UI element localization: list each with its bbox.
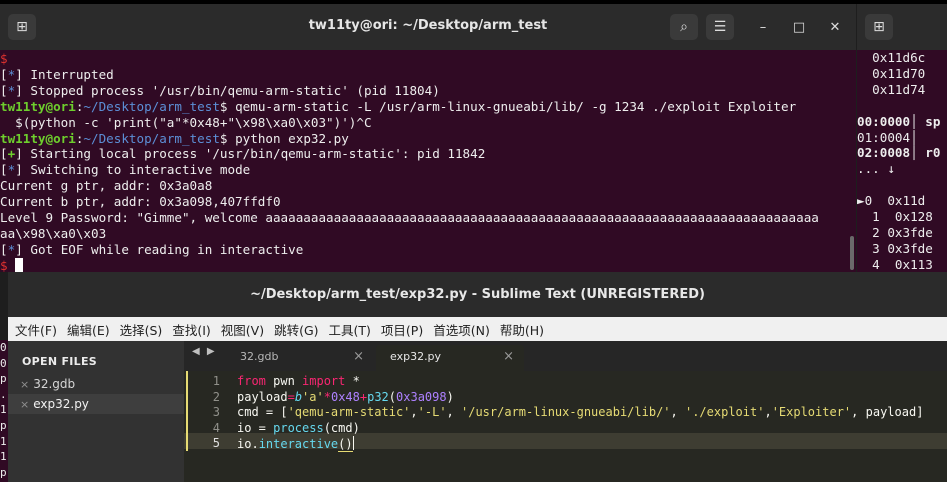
gdb-line: 00:0000│ sp	[857, 113, 941, 129]
terminal-line: Starting local process '/usr/bin/qemu-ar…	[30, 146, 486, 162]
terminal-line: Current g ptr, addr: 0x3a0a8	[0, 178, 213, 194]
prompt-path: ~/Desktop/arm_test	[83, 98, 220, 114]
menu-tools[interactable]: 工具(T)	[324, 320, 376, 339]
gdb-line: 1 0x128	[857, 209, 933, 225]
prompt-path: ~/Desktop/arm_test	[83, 130, 220, 146]
terminal-cursor	[15, 257, 24, 272]
tab-nav-arrows-icon[interactable]: ◀ ▶	[192, 346, 217, 357]
menu-bar: 文件(F) 编辑(E) 选择(S) 查找(I) 视图(V) 跳转(G) 工具(T…	[8, 317, 947, 341]
background-terminal-strip: 0 0 p . 1 p 1 1 p	[0, 340, 8, 482]
terminal-line: aa\x98\xa0\x03	[0, 225, 107, 241]
text-caret	[352, 436, 354, 450]
terminal-line: Current b ptr, addr: 0x3a098,407ffdf0	[0, 194, 281, 210]
close-icon[interactable]: ×	[20, 398, 29, 411]
tab-close-icon[interactable]: ×	[503, 345, 514, 369]
terminal-line: $(python -c 'print("a"*0x48+"\x98\xa0\x0…	[0, 114, 372, 130]
gdb-output[interactable]: 0x11d6c 0x11d70 0x11d74 00:0000│ sp 01:0…	[857, 50, 947, 272]
terminal-line: Stopped process '/usr/bin/qemu-arm-stati…	[30, 82, 440, 98]
menu-preferences[interactable]: 首选项(N)	[428, 320, 495, 339]
gdb-line: 0x11d6c	[857, 50, 926, 65]
gdb-line: 3 0x3fde	[857, 240, 933, 256]
close-icon[interactable]: ✕	[824, 16, 846, 38]
terminal-scrollbar[interactable]	[850, 236, 854, 270]
terminal-line: Level 9 Password: "Gimme", welcome aaaaa…	[0, 210, 819, 226]
gdb-line: 02:0008│ r0	[857, 145, 941, 161]
gdb-line: ... ↓	[857, 161, 895, 177]
gdb-terminal-window[interactable]: ⊞ 0x11d6c 0x11d70 0x11d74 00:0000│ sp 01…	[857, 4, 947, 272]
menu-find[interactable]: 查找(I)	[167, 320, 215, 339]
terminal-output[interactable]: $ [*] Interrupted [*] Stopped process '/…	[0, 50, 848, 272]
sidebar-file-32-gdb[interactable]: × 32.gdb	[8, 374, 184, 394]
menu-selection[interactable]: 选择(S)	[115, 320, 168, 339]
gdb-line: 01:0004│	[857, 129, 918, 145]
prompt-dollar: $	[0, 257, 8, 272]
gdb-line: 0x11d70	[857, 65, 926, 81]
menu-help[interactable]: 帮助(H)	[495, 320, 549, 339]
gdb-line: 0x11d74	[857, 81, 926, 97]
code-text[interactable]: from pwn import * payload=b'a'*0x48+p32(…	[237, 374, 923, 453]
tab-close-icon[interactable]: ×	[353, 345, 364, 369]
maximize-icon[interactable]: □	[788, 16, 810, 38]
gdb-terminal-header: ⊞	[857, 4, 947, 50]
new-tab-icon[interactable]: ⊞	[865, 14, 893, 40]
terminal-line: Got EOF while reading in interactive	[30, 241, 304, 257]
terminal-window[interactable]: ⊞ tw11ty@ori: ~/Desktop/arm_test ⌕ ☰ – □…	[0, 4, 856, 272]
sublime-title: ~/Desktop/arm_test/exp32.py - Sublime Te…	[8, 272, 947, 317]
sublime-window[interactable]: ~/Desktop/arm_test/exp32.py - Sublime Te…	[8, 272, 947, 482]
minimize-icon[interactable]: –	[752, 16, 774, 38]
tab-exp32-py[interactable]: exp32.py ×	[376, 345, 524, 371]
prompt-user: tw11ty@ori	[0, 130, 76, 146]
menu-edit[interactable]: 编辑(E)	[62, 320, 115, 339]
tab-bar: ◀ ▶ 32.gdb × exp32.py ×	[184, 341, 947, 371]
terminal-line: Switching to interactive mode	[30, 162, 251, 178]
terminal-line: Interrupted	[30, 66, 114, 82]
menu-file[interactable]: 文件(F)	[8, 320, 62, 339]
menu-goto[interactable]: 跳转(G)	[269, 320, 323, 339]
sidebar-file-exp32-py[interactable]: × exp32.py	[8, 394, 184, 414]
gdb-line: ►0 0x11d	[857, 193, 926, 209]
code-editor[interactable]: 12345 from pwn import * payload=b'a'*0x4…	[184, 371, 947, 482]
menu-view[interactable]: 视图(V)	[216, 320, 269, 339]
tab-32-gdb[interactable]: 32.gdb ×	[226, 345, 374, 371]
sidebar: OPEN FILES × 32.gdb × exp32.py	[8, 341, 184, 482]
terminal-command: python exp32.py	[227, 130, 349, 146]
close-icon[interactable]: ×	[20, 378, 29, 391]
terminal-header: ⊞ tw11ty@ori: ~/Desktop/arm_test ⌕ ☰ – □…	[0, 4, 856, 50]
line-numbers: 12345	[212, 374, 220, 450]
gdb-line: 4 0x113	[857, 256, 933, 272]
prompt-user: tw11ty@ori	[0, 98, 76, 114]
gdb-line: 2 0x3fde	[857, 224, 933, 240]
terminal-command: qemu-arm-static -L /usr/arm-linux-gnueab…	[227, 98, 797, 114]
menu-icon[interactable]: ☰	[706, 14, 734, 40]
prompt-dollar: $	[0, 51, 8, 66]
menu-project[interactable]: 项目(P)	[376, 320, 428, 339]
search-icon[interactable]: ⌕	[670, 14, 698, 40]
open-files-header: OPEN FILES	[22, 355, 98, 368]
